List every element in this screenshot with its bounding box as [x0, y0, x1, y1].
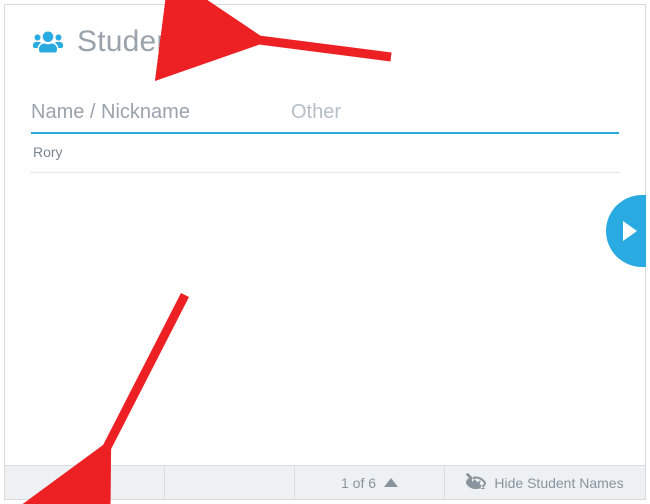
app-frame: Student List Name / Nickname Other Rory …: [4, 4, 646, 500]
footer-spacer: [165, 466, 295, 499]
student-count-value: 1: [97, 475, 105, 491]
pager-label: 1 of 6: [341, 475, 376, 491]
hide-names-label: Hide Student Names: [494, 475, 623, 491]
column-headers: Name / Nickname Other: [31, 101, 619, 134]
table-row[interactable]: Rory: [31, 134, 619, 173]
column-header-other[interactable]: Other: [291, 101, 341, 124]
student-count-button[interactable]: 1: [5, 466, 165, 499]
title-row: Student List: [31, 25, 619, 59]
eye-slash-icon: [466, 473, 486, 492]
student-name: Rory: [33, 144, 63, 160]
users-icon: [65, 473, 89, 492]
column-header-name[interactable]: Name / Nickname: [31, 101, 291, 124]
main-panel: Student List Name / Nickname Other Rory: [5, 5, 645, 465]
users-icon: [31, 30, 65, 54]
hide-names-button[interactable]: Hide Student Names: [445, 466, 645, 499]
chevron-up-icon: [384, 478, 398, 487]
footer-bar: 1 1 of 6 Hide Student Names: [5, 465, 645, 499]
page-title: Student List: [77, 25, 238, 59]
pager-button[interactable]: 1 of 6: [295, 466, 445, 499]
play-icon: [623, 221, 637, 241]
